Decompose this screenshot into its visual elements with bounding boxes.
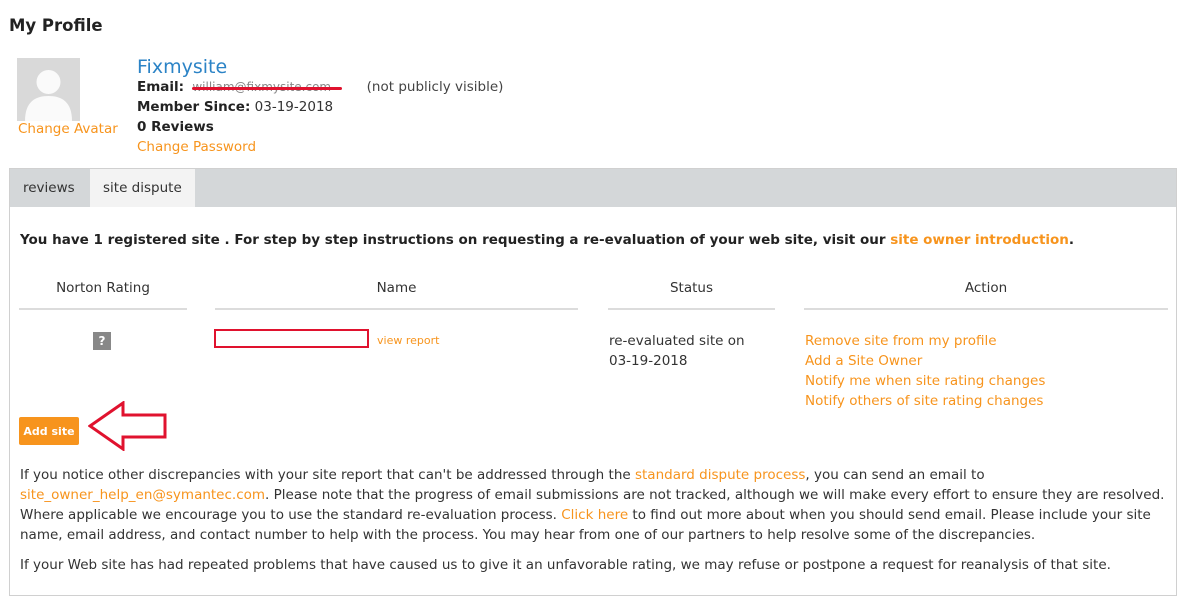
column-header-name: Name (215, 280, 578, 310)
default-avatar-icon (17, 58, 80, 121)
email-note: (not publicly visible) (366, 79, 504, 95)
annotation-arrow-icon (88, 401, 167, 451)
page-title: My Profile (9, 16, 103, 35)
notify-me-link[interactable]: Notify me when site rating changes (805, 371, 1045, 391)
unknown-rating-icon: ? (93, 332, 111, 350)
standard-dispute-link[interactable]: standard dispute process (635, 467, 805, 483)
email-row: Email: william@fixmysite.com (not public… (137, 79, 504, 95)
site-actions: Remove site from my profile Add a Site O… (805, 331, 1045, 411)
redaction-strike (192, 87, 343, 90)
tab-reviews[interactable]: reviews (10, 169, 88, 207)
redacted-site-name (214, 329, 369, 348)
click-here-link[interactable]: Click here (561, 507, 628, 523)
notify-others-link[interactable]: Notify others of site rating changes (805, 391, 1045, 411)
remove-site-link[interactable]: Remove site from my profile (805, 331, 1045, 351)
email-value: william@fixmysite.com (192, 80, 343, 94)
add-site-button[interactable]: Add site (19, 417, 79, 445)
member-since-label: Member Since (137, 99, 245, 115)
column-header-status: Status (608, 280, 775, 310)
support-email-link[interactable]: site_owner_help_en@symantec.com (20, 487, 265, 503)
tab-bar: reviews site dispute (10, 169, 1176, 207)
reviews-count: 0 Reviews (137, 119, 214, 135)
registered-sites-intro: You have 1 registered site . For step by… (20, 232, 1075, 248)
add-site-owner-link[interactable]: Add a Site Owner (805, 351, 1045, 371)
change-avatar-link[interactable]: Change Avatar (18, 121, 118, 137)
email-label: Email (137, 79, 179, 95)
site-status: re-evaluated site on 03-19-2018 (609, 333, 745, 369)
column-header-action: Action (804, 280, 1168, 310)
tab-site-dispute[interactable]: site dispute (90, 169, 195, 207)
profile-name: Fixmysite (137, 56, 228, 78)
reanalysis-paragraph: If your Web site has had repeated proble… (20, 557, 1111, 573)
member-since-value: 03-19-2018 (254, 99, 334, 115)
site-owner-introduction-link[interactable]: site owner introduction (890, 232, 1069, 248)
column-header-rating: Norton Rating (19, 280, 187, 310)
discrepancy-paragraph: If you notice other discrepancies with y… (20, 467, 1165, 543)
avatar (17, 58, 80, 121)
member-since-row: Member Since: 03-19-2018 (137, 99, 334, 115)
change-password-link[interactable]: Change Password (137, 139, 256, 155)
tabs-panel: reviews site dispute You have 1 register… (9, 168, 1177, 596)
view-report-link[interactable]: view report (377, 334, 439, 347)
